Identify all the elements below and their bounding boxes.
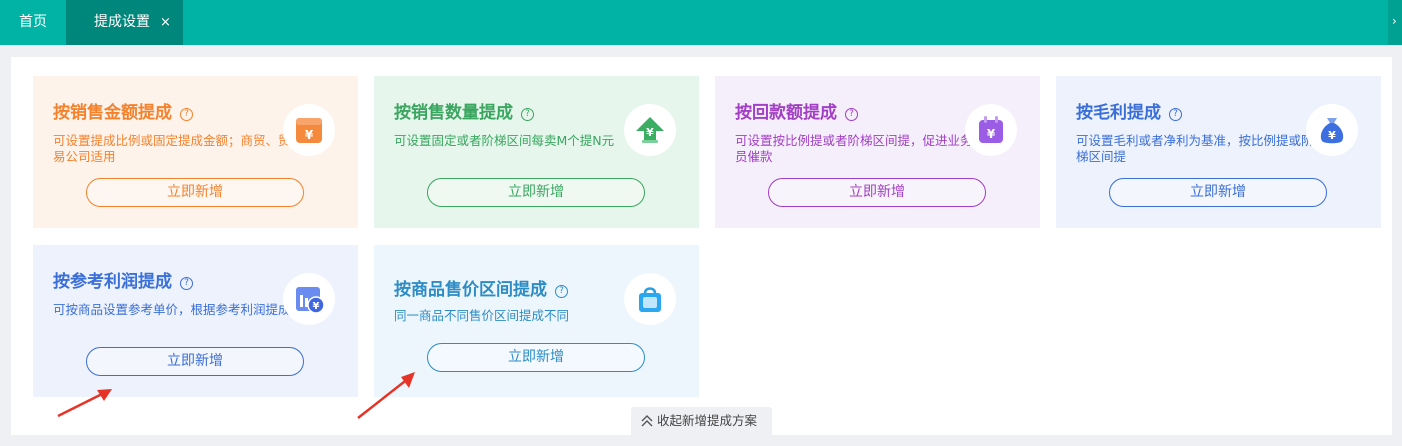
help-icon[interactable]: ? <box>845 108 858 121</box>
money-bag-icon: ¥ <box>1306 104 1358 156</box>
help-icon[interactable]: ? <box>1169 108 1182 121</box>
card-description: 同一商品不同售价区间提成不同 <box>394 308 570 323</box>
help-icon[interactable]: ? <box>555 285 568 298</box>
chart-yen-icon: ¥ <box>283 273 335 325</box>
svg-text:¥: ¥ <box>313 301 320 312</box>
card-gross-profit: 按毛利提成? 可设置毛利或者净利为基准，按比例提或阶梯区间提 立即新增 ¥ <box>1056 76 1381 228</box>
card-description: 可设置提成比例或固定提成金额；商贸、贸易公司适用 <box>53 133 291 164</box>
yen-upload-icon: ¥ <box>624 104 676 156</box>
chevron-double-up-icon <box>641 407 653 445</box>
help-icon[interactable]: ? <box>521 108 534 121</box>
card-title: 按回款额提成? <box>735 98 858 123</box>
svg-text:¥: ¥ <box>1328 129 1336 142</box>
card-description: 可设置毛利或者净利为基准，按比例提或阶梯区间提 <box>1076 133 1314 164</box>
collapse-label: 收起新增提成方案 <box>657 413 758 428</box>
help-icon[interactable]: ? <box>180 277 193 290</box>
add-sales-amount-button[interactable]: 立即新增 <box>86 178 304 207</box>
wallet-yen-icon: ¥ <box>283 104 335 156</box>
card-sales-quantity: 按销售数量提成? 可设置固定或者阶梯区间每卖M个提N元 立即新增 ¥ <box>374 76 699 228</box>
annotation-arrow-icon <box>357 372 415 419</box>
card-title: 按销售数量提成? <box>394 98 534 123</box>
annotation-arrow-icon <box>57 389 112 418</box>
card-title: 按销售金额提成? <box>53 98 193 123</box>
add-reference-profit-button[interactable]: 立即新增 <box>86 347 304 376</box>
svg-text:¥: ¥ <box>305 128 314 142</box>
card-payment-collection: 按回款额提成? 可设置按比例提或者阶梯区间提，促进业务员催款 立即新增 ¥ <box>715 76 1040 228</box>
card-title: 按参考利润提成? <box>53 267 193 292</box>
card-price-range: 按商品售价区间提成? 同一商品不同售价区间提成不同 立即新增 <box>374 245 699 397</box>
close-icon[interactable]: × <box>160 0 171 45</box>
tab-label: 提成设置 <box>94 14 150 30</box>
tab-home[interactable]: 首页 <box>0 0 66 45</box>
add-payment-collection-button[interactable]: 立即新增 <box>768 178 986 207</box>
tab-scroll-right-button[interactable]: › <box>1388 0 1402 45</box>
card-title: 按商品售价区间提成? <box>394 275 568 300</box>
help-icon[interactable]: ? <box>180 108 193 121</box>
commission-plan-panel: 按销售金额提成? 可设置提成比例或固定提成金额；商贸、贸易公司适用 立即新增 ¥… <box>11 57 1392 435</box>
collapse-new-plan-toggle[interactable]: 收起新增提成方案 <box>631 407 772 435</box>
card-description: 可设置固定或者阶梯区间每卖M个提N元 <box>394 133 615 148</box>
tab-bar: 首页 提成设置 × › <box>0 0 1402 45</box>
card-title: 按毛利提成? <box>1076 98 1182 123</box>
card-reference-profit: 按参考利润提成? 可按商品设置参考单价，根据参考利润提成 立即新增 ¥ <box>33 245 358 397</box>
card-description: 可设置按比例提或者阶梯区间提，促进业务员催款 <box>735 133 973 164</box>
svg-text:¥: ¥ <box>987 127 996 141</box>
card-sales-amount: 按销售金额提成? 可设置提成比例或固定提成金额；商贸、贸易公司适用 立即新增 ¥ <box>33 76 358 228</box>
svg-text:¥: ¥ <box>646 126 654 139</box>
tab-commission-settings[interactable]: 提成设置 × <box>66 0 183 45</box>
add-gross-profit-button[interactable]: 立即新增 <box>1109 178 1327 207</box>
shopping-bag-icon <box>624 273 676 325</box>
chevron-right-icon: › <box>1392 14 1397 28</box>
calendar-yen-icon: ¥ <box>965 104 1017 156</box>
card-description: 可按商品设置参考单价，根据参考利润提成 <box>53 302 291 317</box>
add-sales-quantity-button[interactable]: 立即新增 <box>427 178 645 207</box>
add-price-range-button[interactable]: 立即新增 <box>427 343 645 372</box>
